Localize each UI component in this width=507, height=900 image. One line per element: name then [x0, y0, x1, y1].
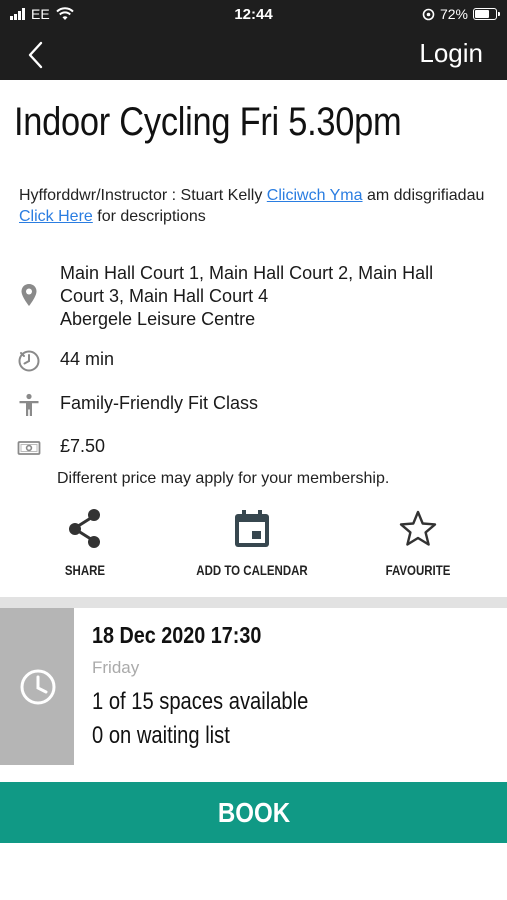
slot-clock-panel — [0, 608, 74, 765]
battery-percent: 72% — [439, 6, 468, 22]
timer-icon — [18, 350, 40, 372]
banknote-icon — [17, 441, 41, 455]
instructor-mid: am ddisgrifiadau — [362, 187, 485, 204]
add-to-calendar-label: ADD TO CALENDAR — [196, 562, 308, 578]
page-title: Indoor Cycling Fri 5.30pm — [14, 100, 402, 144]
price-note: Different price may apply for your membe… — [57, 470, 390, 487]
welsh-description-link[interactable]: Cliciwch Yma — [267, 187, 363, 204]
location-lock-icon — [422, 8, 435, 20]
duration-text: 44 min — [60, 349, 115, 369]
venue-name: Abergele Leisure Centre — [60, 309, 256, 329]
favourite-label: FAVOURITE — [385, 562, 451, 578]
nav-bar: Login — [0, 30, 507, 80]
price-text: £7.50 — [60, 436, 106, 456]
book-button[interactable]: BOOK — [0, 782, 507, 843]
share-label: SHARE — [64, 562, 106, 578]
slot-spaces: 1 of 15 spaces available — [92, 688, 309, 715]
instructor-suffix: for descriptions — [92, 208, 206, 225]
class-type-text: Family-Friendly Fit Class — [60, 393, 259, 413]
status-bar: EE 12:44 72% — [0, 0, 507, 30]
chevron-left-icon[interactable] — [22, 40, 52, 70]
calendar-icon — [235, 510, 269, 547]
person-icon — [19, 393, 39, 416]
slot-day: Friday — [92, 658, 140, 677]
book-label: BOOK — [217, 797, 290, 828]
instructor-info: Hyfforddwr/Instructor : Stuart Kelly Cli… — [19, 185, 489, 227]
battery-icon — [473, 8, 500, 20]
english-description-link[interactable]: Click Here — [19, 208, 93, 225]
slot-datetime: 18 Dec 2020 17:30 — [92, 622, 262, 648]
add-to-calendar-button[interactable]: ADD TO CALENDAR — [182, 508, 322, 578]
clock-icon — [20, 669, 56, 705]
favourite-button[interactable]: FAVOURITE — [368, 508, 468, 578]
share-button[interactable]: SHARE — [40, 508, 130, 578]
location-line-1: Main Hall Court 1, Main Hall Court 2, Ma… — [60, 263, 434, 283]
session-slot[interactable]: 18 Dec 2020 17:30 Friday 1 of 15 spaces … — [0, 608, 507, 765]
star-icon — [399, 510, 437, 546]
instructor-prefix: Hyfforddwr/Instructor : Stuart Kelly — [19, 187, 267, 204]
share-icon — [69, 509, 100, 548]
slot-waiting-list: 0 on waiting list — [92, 722, 230, 749]
login-button[interactable]: Login — [419, 38, 483, 69]
location-line-2: Court 3, Main Hall Court 4 — [60, 286, 269, 306]
status-right: 72% — [422, 6, 500, 22]
location-pin-icon — [21, 284, 37, 306]
section-divider — [0, 597, 507, 608]
